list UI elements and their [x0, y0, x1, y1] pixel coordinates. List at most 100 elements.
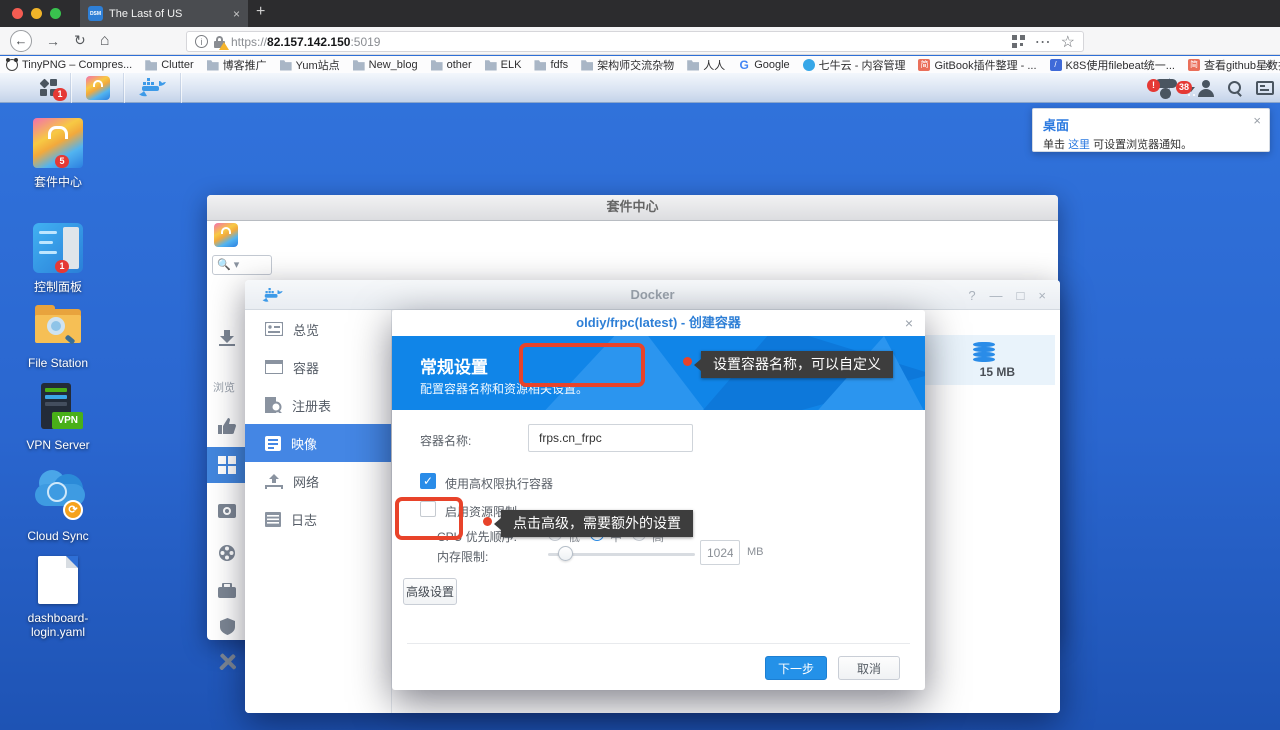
back-icon[interactable]: ← [10, 30, 32, 52]
memory-slider-handle[interactable] [558, 546, 573, 561]
sidebar-item-registry[interactable]: 注册表 [245, 386, 391, 424]
pkg-all-item-selected[interactable] [207, 447, 247, 483]
icon-badge: 5 [55, 155, 69, 168]
docker-task-button[interactable] [125, 73, 182, 103]
sidebar-item-overview[interactable]: 总览 [245, 310, 391, 348]
url-bar[interactable]: i https://82.157.142.150:5019 ⋯ ☆ [186, 31, 1084, 52]
bookmark-item[interactable]: other [431, 59, 472, 71]
bookmark-item[interactable]: GGoogle [738, 59, 789, 71]
bookmark-item[interactable]: 架构师交流杂物 [581, 57, 674, 73]
advanced-settings-button[interactable]: 高级设置 [403, 578, 457, 605]
image-size: 15 MB [980, 365, 1015, 379]
folder-icon [145, 59, 157, 71]
memory-limit-label: 内存限制: [437, 548, 488, 565]
macos-zoom-button[interactable] [50, 8, 61, 19]
macos-minimize-button[interactable] [31, 8, 42, 19]
folder-icon [581, 59, 593, 71]
tab-close-icon[interactable]: × [233, 7, 240, 21]
bookmarks-bar: TinyPNG – Compres... Clutter 博客推广 Yum站点 … [0, 56, 1280, 73]
privileged-label: 使用高权限执行容器 [445, 475, 553, 492]
bookmark-item[interactable]: 七牛云 - 内容管理 [803, 57, 906, 73]
annotation-rect-container-name [519, 343, 645, 387]
tools-icon [219, 653, 236, 670]
desktop-icon-vpn-server[interactable]: VPN VPN Server [10, 383, 106, 452]
bookmark-item[interactable]: ELK [485, 59, 522, 71]
insecure-lock-icon[interactable] [214, 36, 225, 48]
pkg-installed-item[interactable] [207, 321, 247, 355]
cancel-button[interactable]: 取消 [838, 656, 900, 680]
bookmark-item[interactable]: /K8S使用filebeat统一... [1050, 57, 1175, 73]
close-icon[interactable]: × [1038, 288, 1046, 303]
dialog-header[interactable]: oldiy/frpc(latest) - 创建容器 × [392, 310, 925, 336]
folder-icon [534, 59, 546, 71]
pkg-multimedia-item[interactable] [207, 536, 247, 570]
folder-icon [207, 59, 219, 71]
sync-arrows-icon: ⟳ [63, 500, 83, 520]
memory-limit-input[interactable] [700, 540, 740, 565]
briefcase-icon [218, 583, 236, 598]
desktop-icon-control-panel[interactable]: 1 控制面板 [10, 223, 106, 295]
widgets-icon[interactable] [1256, 81, 1274, 95]
package-center-window-title[interactable]: 套件中心 [207, 195, 1058, 221]
desktop-icon-package-center[interactable]: 5 套件中心 [10, 118, 106, 190]
desktop-icon-cloud-sync[interactable]: ⟳ Cloud Sync [10, 466, 106, 543]
bookmark-item[interactable]: 简GitBook插件整理 - ... [918, 57, 1036, 73]
container-name-input[interactable] [528, 424, 693, 452]
pkg-security-item[interactable] [207, 609, 247, 643]
log-icon [265, 512, 281, 527]
toast-link[interactable]: 这里 [1068, 139, 1090, 151]
macos-close-button[interactable] [12, 8, 23, 19]
bookmark-item[interactable]: 博客推广 [207, 57, 267, 73]
docker-whale-icon [139, 78, 167, 98]
taskbar-search-icon[interactable] [1228, 81, 1242, 95]
docker-whale-icon [262, 288, 284, 303]
reload-icon[interactable]: ↻ [74, 32, 86, 49]
page-info-icon[interactable]: i [195, 35, 208, 48]
dialog-close-icon[interactable]: × [905, 310, 913, 336]
thumbs-up-icon [218, 418, 236, 434]
toast-body: 单击 这里 可设置浏览器通知。 [1043, 136, 1259, 152]
notifications-badge: 38 [1176, 81, 1192, 94]
page-actions-icon[interactable]: ⋯ [1035, 32, 1051, 52]
next-button[interactable]: 下一步 [765, 656, 827, 680]
bookmark-item[interactable]: 人人 [687, 57, 725, 73]
desktop-icon-file-station[interactable]: File Station [10, 301, 106, 370]
sidebar-item-container[interactable]: 容器 [245, 348, 391, 386]
help-icon[interactable]: ? [968, 288, 975, 303]
k8s-icon: / [1050, 59, 1062, 71]
new-tab-button[interactable]: + [256, 3, 265, 21]
browser-notification-toast: 桌面 单击 这里 可设置浏览器通知。 × [1032, 108, 1270, 152]
qr-code-icon[interactable] [1012, 35, 1025, 48]
sidebar-item-image-selected[interactable]: 映像 [245, 424, 391, 462]
desktop-icon-yaml-file[interactable]: dashboard-login.yaml [10, 556, 106, 639]
main-menu-button[interactable]: 1 [26, 73, 72, 103]
bookmark-item[interactable]: fdfs [534, 59, 568, 71]
pkg-utilities-item[interactable] [207, 644, 247, 678]
maximize-icon[interactable]: □ [1017, 288, 1025, 303]
panda-icon [6, 59, 18, 71]
sidebar-item-network[interactable]: 网络 [245, 462, 391, 500]
pkg-business-item[interactable] [207, 573, 247, 607]
pkg-backup-item[interactable] [207, 493, 247, 527]
minimize-icon[interactable]: — [990, 288, 1003, 303]
package-center-task-button[interactable] [72, 73, 125, 103]
forward-icon[interactable]: → [46, 33, 60, 49]
bookmark-item[interactable]: Clutter [145, 59, 193, 71]
home-icon[interactable]: ⌂ [100, 32, 110, 50]
sidebar-item-log[interactable]: 日志 [245, 500, 391, 538]
bookmark-item[interactable]: New_blog [353, 59, 418, 71]
package-search-input[interactable]: 🔍 ▾ [212, 255, 272, 275]
bookmark-star-icon[interactable]: ☆ [1061, 32, 1075, 52]
user-account-icon[interactable] [1198, 80, 1214, 96]
browser-tab[interactable]: DSM The Last of US × [80, 0, 248, 27]
docker-titlebar[interactable]: Docker ? — □ × [245, 280, 1060, 310]
bookmarks-overflow-icon[interactable]: » [1265, 57, 1272, 72]
pkg-recommended-item[interactable] [207, 409, 247, 443]
annotation-dot [483, 517, 492, 526]
screenshot-root: DSM The Last of US × + ← → ↻ ⌂ i https:/… [0, 0, 1280, 730]
bookmark-item[interactable]: Yum站点 [280, 57, 340, 73]
bookmark-item[interactable]: TinyPNG – Compres... [6, 59, 132, 71]
privileged-checkbox[interactable]: ✓ [420, 473, 436, 489]
package-center-icon [86, 76, 110, 100]
toast-close-icon[interactable]: × [1253, 113, 1261, 128]
